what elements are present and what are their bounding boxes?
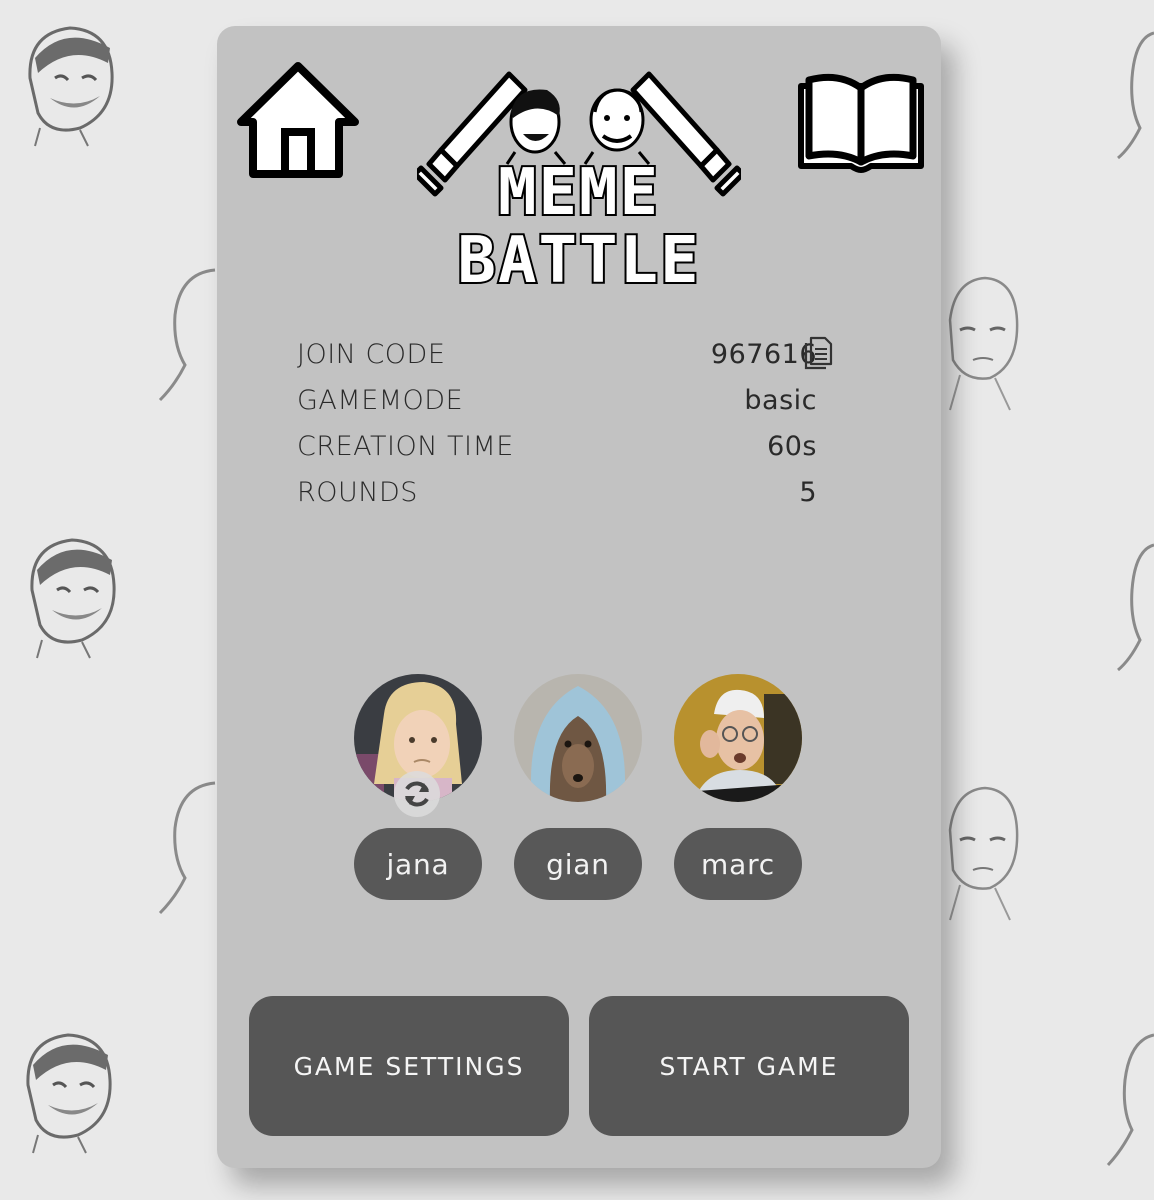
gamemode-value: basic [744, 384, 817, 416]
creation-time-value: 60s [767, 430, 817, 462]
player-card: gian [514, 674, 642, 900]
copy-document-icon [804, 336, 833, 370]
background-laughing-meme-face [28, 26, 114, 147]
game-settings-button[interactable]: GAME SETTINGS [249, 996, 569, 1136]
player-name: jana [354, 828, 482, 900]
player-card: jana [354, 674, 482, 900]
gamemode-label: GAMEMODE [297, 384, 464, 416]
start-game-button[interactable]: START GAME [589, 996, 909, 1136]
background-feels-guy-profile [158, 781, 216, 915]
logo-text-line2: BATTLE [457, 224, 700, 296]
rounds-label: ROUNDS [297, 476, 418, 508]
background-feels-guy-profile [158, 268, 216, 402]
game-info-list: JOIN CODE 967616 GAMEMODE basic CREATION… [297, 331, 817, 515]
join-code-value: 967616 [710, 338, 817, 370]
background-laughing-meme-face [30, 538, 116, 659]
background-feels-guy-face [948, 786, 1019, 921]
creation-time-row: CREATION TIME 60s [297, 423, 817, 469]
logo-meme-faces [505, 88, 651, 165]
creation-time-label: CREATION TIME [297, 430, 514, 462]
rounds-row: ROUNDS 5 [297, 469, 817, 515]
background-feels-guy-face [948, 276, 1019, 411]
change-avatar-button[interactable] [394, 771, 440, 817]
join-code-row: JOIN CODE 967616 [297, 331, 817, 377]
gamemode-row: GAMEMODE basic [297, 377, 817, 423]
rules-button[interactable] [795, 70, 927, 176]
home-button[interactable] [235, 60, 361, 182]
meme-battle-logo: MEME BATTLE [417, 71, 741, 296]
background-feels-guy-profile [1117, 31, 1154, 160]
background-feels-guy-profile [1117, 543, 1154, 672]
player-avatar-image [674, 674, 802, 802]
copy-join-code-button[interactable] [803, 336, 833, 370]
logo-text-line1: MEME [498, 156, 660, 230]
player-list: jana gian marc [354, 674, 802, 900]
player-name: gian [514, 828, 642, 900]
home-icon [237, 62, 359, 178]
player-name: marc [674, 828, 802, 900]
player-card: marc [674, 674, 802, 900]
background-feels-guy-profile [1106, 1033, 1154, 1167]
rounds-value: 5 [799, 476, 817, 508]
lobby-card: MEME BATTLE JOIN CODE 967616 GAMEMODE ba… [217, 26, 941, 1168]
join-code-label: JOIN CODE [297, 338, 446, 370]
player-avatar-image [514, 674, 642, 802]
open-book-icon [798, 73, 924, 173]
background-laughing-meme-face [26, 1033, 112, 1154]
refresh-icon [405, 781, 429, 807]
